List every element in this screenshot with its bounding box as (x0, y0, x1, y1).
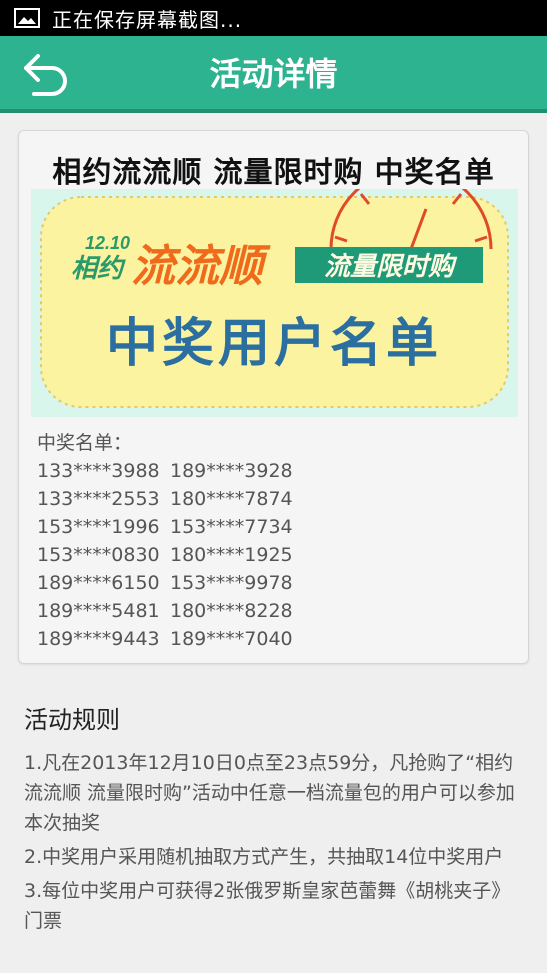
status-text: 正在保存屏幕截图... (52, 7, 243, 32)
page-title: 活动详情 (209, 55, 338, 93)
winners-list: 中奖名单： 133****3988 189****3928 133****255… (37, 429, 303, 653)
winner-number: 153****9978 (170, 572, 293, 594)
winner-number: 180****1925 (170, 544, 293, 566)
banner-word1: 相约 (71, 254, 126, 284)
winner-row: 153****0830 180****1925 (37, 541, 303, 569)
winner-row: 189****5481 180****8228 (37, 597, 303, 625)
banner-date: 12.10 (85, 233, 130, 253)
winner-row: 153****1996 153****7734 (37, 513, 303, 541)
banner-tag: 流量限时购 (324, 252, 458, 282)
promo-banner: 12.10 相约 流流顺 流量限时购 中奖用户名单 (31, 189, 518, 417)
winner-row: 133****2553 180****7874 (37, 485, 303, 513)
rule-item: 1.凡在2013年12月10日0点至23点59分，凡抢购了“相约流流顺 流量限时… (24, 752, 515, 834)
winner-number: 180****8228 (170, 600, 293, 622)
winner-row: 189****9443 189****7040 (37, 625, 303, 653)
banner-headline: 中奖用户名单 (106, 314, 442, 374)
status-bar: 正在保存屏幕截图... (0, 0, 547, 36)
banner-graphic: 12.10 相约 流流顺 流量限时购 中奖用户名单 (40, 189, 509, 408)
rules-heading: 活动规则 (24, 706, 120, 734)
winner-number: 189****3928 (170, 460, 293, 482)
winner-number: 189****7040 (170, 628, 293, 650)
winner-number: 189****9443 (37, 628, 160, 650)
winner-row: 189****6150 153****9978 (37, 569, 303, 597)
image-icon (14, 8, 40, 28)
winners-label: 中奖名单： (37, 432, 133, 454)
rule-item: 3.每位中奖用户可获得2张俄罗斯皇家芭蕾舞《胡桃夹子》门票 (24, 880, 511, 932)
rule-item: 2.中奖用户采用随机抽取方式产生，共抽取14位中奖用户 (24, 846, 504, 868)
card-title: 相约流流顺 流量限时购 中奖名单 (52, 155, 495, 189)
winner-row: 133****3988 189****3928 (37, 457, 303, 485)
winner-number: 189****5481 (37, 600, 160, 622)
winner-number: 153****0830 (37, 544, 160, 566)
rules-list: 1.凡在2013年12月10日0点至23点59分，凡抢购了“相约流流顺 流量限时… (24, 748, 529, 940)
winner-number: 180****7874 (170, 488, 293, 510)
winners-card: 相约流流顺 流量限时购 中奖名单 12.10 相约 流流顺 流量限时购 中奖用户… (18, 130, 529, 664)
app-bar: 活动详情 (0, 36, 547, 113)
winner-number: 189****6150 (37, 572, 160, 594)
winner-number: 153****7734 (170, 516, 293, 538)
winner-number: 153****1996 (37, 516, 160, 538)
winner-number: 133****2553 (37, 488, 160, 510)
banner-word2: 流流顺 (131, 241, 271, 292)
winner-number: 133****3988 (37, 460, 160, 482)
